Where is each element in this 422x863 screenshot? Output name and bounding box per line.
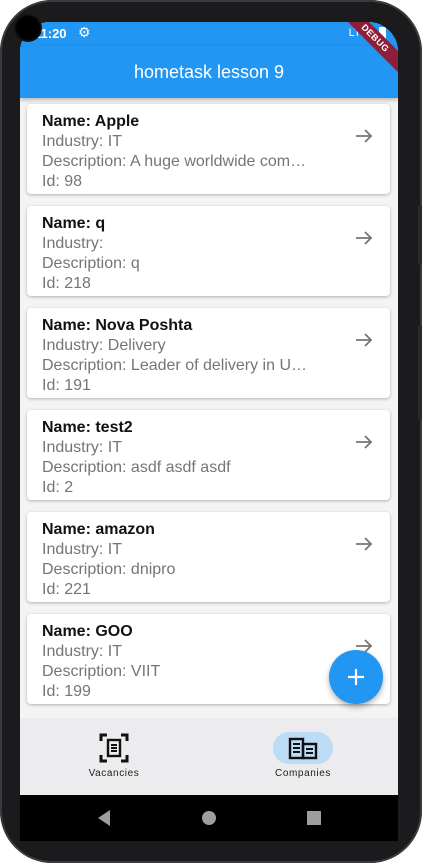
company-description: Description: VIIT xyxy=(42,663,161,680)
nav-item-companies[interactable]: Companies xyxy=(243,718,363,795)
power-button xyxy=(418,325,422,420)
company-list[interactable]: Name: Apple Industry: IT Description: A … xyxy=(20,98,398,718)
company-card[interactable]: Name: q Industry: Description: q Id: 218 xyxy=(27,206,390,296)
nav-label-companies: Companies xyxy=(275,768,331,779)
company-description: Description: dnipro xyxy=(42,561,176,578)
company-id: Id: 191 xyxy=(42,377,91,394)
company-card[interactable]: Name: test2 Industry: IT Description: as… xyxy=(27,410,390,500)
company-name: Name: test2 xyxy=(42,419,133,436)
home-icon[interactable] xyxy=(201,809,217,827)
company-name: Name: amazon xyxy=(42,521,155,538)
company-id: Id: 2 xyxy=(42,479,74,496)
company-name: Name: Apple xyxy=(42,113,140,130)
company-industry: Industry: xyxy=(42,235,104,252)
back-icon[interactable] xyxy=(96,809,112,827)
company-industry: Industry: IT xyxy=(42,643,123,660)
bottom-navigation: Vacancies Companies xyxy=(20,718,398,795)
company-industry: Industry: IT xyxy=(42,541,123,558)
company-industry: Industry: IT xyxy=(42,439,123,456)
status-bar: 11:20 ⚙ LTE DEBUG xyxy=(20,22,398,76)
company-description: Description: asdf asdf asdf xyxy=(42,459,231,476)
company-description: Description: Leader of delivery in Ukrai… xyxy=(42,357,312,374)
company-card[interactable]: Name: Nova Poshta Industry: Delivery Des… xyxy=(27,308,390,398)
arrow-forward-icon[interactable] xyxy=(354,126,374,146)
volume-button xyxy=(418,205,422,265)
vacancies-icon xyxy=(99,733,129,763)
company-card[interactable]: Name: Apple Industry: IT Description: A … xyxy=(27,104,390,194)
plus-icon xyxy=(348,669,364,685)
system-navigation-bar xyxy=(20,795,398,841)
nav-item-vacancies[interactable]: Vacancies xyxy=(54,718,174,795)
company-id: Id: 221 xyxy=(42,581,91,598)
app-title: hometask lesson 9 xyxy=(133,61,285,82)
company-card[interactable]: Name: amazon Industry: IT Description: d… xyxy=(27,512,390,602)
company-description: Description: q xyxy=(42,255,140,272)
company-id: Id: 98 xyxy=(42,173,83,190)
company-industry: Industry: IT xyxy=(42,133,123,150)
nav-indicator xyxy=(84,732,144,764)
nav-indicator-active xyxy=(273,732,333,764)
company-id: Id: 218 xyxy=(42,275,91,292)
arrow-forward-icon[interactable] xyxy=(354,330,374,350)
arrow-forward-icon[interactable] xyxy=(354,534,374,554)
company-name: Name: GOO xyxy=(42,623,133,640)
companies-icon xyxy=(288,737,318,760)
company-description: Description: A huge worldwide company xyxy=(42,153,312,170)
company-id: Id: 199 xyxy=(42,683,91,700)
company-name: Name: q xyxy=(42,215,106,232)
phone-frame: 11:20 ⚙ LTE DEBUG hometask lesson 9 Name… xyxy=(0,0,422,863)
recents-icon[interactable] xyxy=(306,809,322,827)
arrow-forward-icon[interactable] xyxy=(354,228,374,248)
settings-icon: ⚙ xyxy=(78,24,91,40)
nav-label-vacancies: Vacancies xyxy=(88,768,140,779)
company-industry: Industry: Delivery xyxy=(42,337,166,354)
add-company-button[interactable] xyxy=(329,650,383,704)
front-camera xyxy=(16,16,40,40)
company-name: Name: Nova Poshta xyxy=(42,317,193,334)
app-screen: 11:20 ⚙ LTE DEBUG hometask lesson 9 Name… xyxy=(20,22,398,795)
app-bar: hometask lesson 9 xyxy=(20,46,398,98)
arrow-forward-icon[interactable] xyxy=(354,432,374,452)
